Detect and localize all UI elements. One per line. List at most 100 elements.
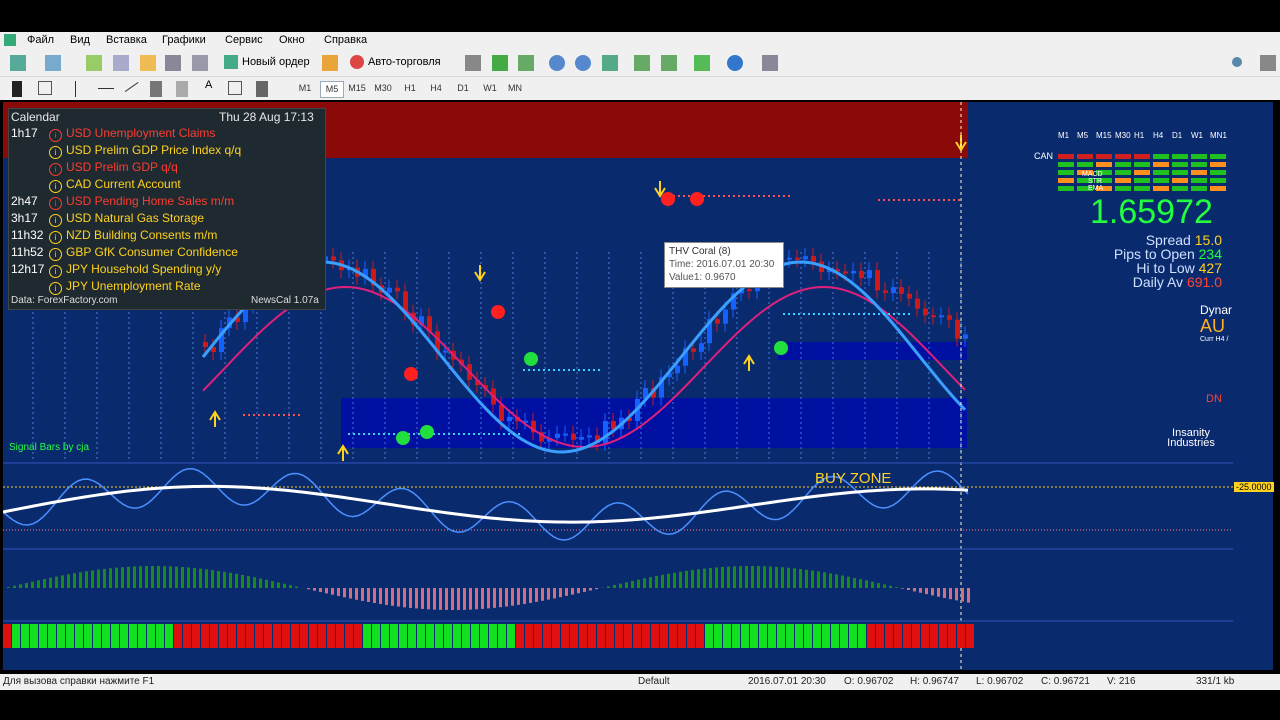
chart-shift-icon[interactable] bbox=[634, 55, 650, 71]
histogram-bar bbox=[877, 583, 880, 588]
new-chart-icon[interactable] bbox=[10, 55, 26, 71]
histogram-bar bbox=[541, 588, 544, 601]
text-icon[interactable]: A bbox=[205, 79, 221, 95]
signal-cell bbox=[1058, 178, 1074, 183]
signal-bar bbox=[858, 624, 866, 648]
signal-cell bbox=[1134, 154, 1150, 159]
event-time: 12h17 bbox=[11, 261, 49, 278]
signal-bar bbox=[372, 624, 380, 648]
menu-view[interactable]: Вид bbox=[70, 34, 90, 46]
tf-mn[interactable]: MN bbox=[504, 81, 526, 96]
candle-body bbox=[859, 271, 864, 278]
histogram-bar bbox=[721, 567, 724, 588]
channels-icon[interactable] bbox=[150, 81, 162, 97]
menu-file[interactable]: Файл bbox=[27, 34, 54, 46]
cursor-icon[interactable] bbox=[12, 81, 22, 97]
zoom-out-icon[interactable] bbox=[575, 55, 591, 71]
profiles-icon[interactable] bbox=[45, 55, 61, 71]
histogram-bar bbox=[163, 566, 166, 588]
terminal-icon[interactable] bbox=[165, 55, 181, 71]
arrows-icon[interactable] bbox=[256, 81, 268, 97]
tooltip-value: Value1: 0.9670 bbox=[669, 271, 779, 284]
trendline-icon[interactable] bbox=[121, 77, 138, 92]
tester-icon[interactable] bbox=[192, 55, 208, 71]
fibo-icon[interactable] bbox=[176, 81, 188, 97]
menu-help[interactable]: Справка bbox=[324, 34, 367, 46]
tf-d1[interactable]: D1 bbox=[452, 81, 474, 96]
signal-bar bbox=[489, 624, 497, 648]
signal-cell bbox=[1058, 162, 1074, 167]
line-chart-icon[interactable] bbox=[518, 55, 534, 71]
new-order-button[interactable]: Новый ордер bbox=[222, 54, 310, 71]
tf-m1[interactable]: M1 bbox=[294, 81, 316, 96]
signal-bar bbox=[201, 624, 209, 648]
candle-body bbox=[875, 270, 880, 290]
tf-h4[interactable]: H4 bbox=[425, 81, 447, 96]
periods-icon[interactable] bbox=[727, 55, 743, 71]
menu-window[interactable]: Окно bbox=[279, 34, 305, 46]
signal-cell bbox=[1115, 170, 1131, 175]
event-name: USD Prelim GDP q/q bbox=[66, 160, 178, 174]
metaeditor-icon[interactable] bbox=[322, 55, 338, 71]
tf-m30[interactable]: M30 bbox=[372, 81, 394, 96]
candle-body bbox=[747, 289, 752, 291]
chat-icon[interactable] bbox=[1260, 55, 1276, 71]
signal-bar bbox=[849, 624, 857, 648]
histogram-bar bbox=[469, 588, 472, 610]
signal-bar bbox=[561, 624, 569, 648]
market-watch-icon[interactable] bbox=[86, 55, 102, 71]
tf-m15[interactable]: M15 bbox=[346, 81, 368, 96]
signal-cell bbox=[1153, 178, 1169, 183]
navigator-icon[interactable] bbox=[113, 55, 129, 71]
search-icon[interactable] bbox=[1232, 57, 1242, 67]
autoscroll-icon[interactable] bbox=[661, 55, 677, 71]
bar-chart-icon[interactable] bbox=[465, 55, 481, 71]
histogram-bar bbox=[457, 588, 460, 610]
can-label: CAN bbox=[1034, 151, 1053, 161]
daily-row: Daily Av 691.0 bbox=[1102, 274, 1222, 290]
zoom-in-icon[interactable] bbox=[549, 55, 565, 71]
candle-chart-icon[interactable] bbox=[492, 55, 508, 71]
histogram-bar bbox=[127, 567, 130, 588]
tf-w1[interactable]: W1 bbox=[479, 81, 501, 96]
support-zone bbox=[778, 342, 967, 360]
favorites-icon[interactable] bbox=[140, 55, 156, 71]
histogram-bar bbox=[631, 581, 634, 588]
signal-bar bbox=[273, 624, 281, 648]
calendar-row: 1h17 i USD Unemployment Claims bbox=[11, 125, 215, 142]
auto-trading-button[interactable]: Авто-торговля bbox=[348, 54, 441, 71]
text-label-icon[interactable] bbox=[228, 81, 242, 95]
signal-bar bbox=[921, 624, 929, 648]
menu-insert[interactable]: Вставка bbox=[106, 34, 147, 46]
histogram-bar bbox=[19, 584, 22, 588]
support-zone bbox=[341, 398, 967, 448]
signal-cell bbox=[1077, 154, 1093, 159]
indicators-icon[interactable] bbox=[694, 55, 710, 71]
crosshair-icon[interactable] bbox=[38, 81, 52, 95]
status-high: H: 0.96747 bbox=[910, 676, 959, 687]
tf-h1[interactable]: H1 bbox=[399, 81, 421, 96]
signal-dot bbox=[661, 192, 675, 206]
status-close: C: 0.96721 bbox=[1041, 676, 1090, 687]
osc-level-label: -25.0000 bbox=[1234, 482, 1274, 492]
tile-windows-icon[interactable] bbox=[602, 55, 618, 71]
histogram-bar bbox=[79, 572, 82, 588]
signal-bar bbox=[471, 624, 479, 648]
histogram-bar bbox=[907, 588, 910, 590]
candle-body bbox=[443, 351, 448, 353]
signal-bar bbox=[552, 624, 560, 648]
vertical-line-icon[interactable] bbox=[75, 81, 77, 97]
candle-body bbox=[723, 310, 728, 324]
signal-bar bbox=[408, 624, 416, 648]
signal-bar bbox=[543, 624, 551, 648]
tf-m5[interactable]: M5 bbox=[320, 81, 344, 98]
app-icon[interactable] bbox=[4, 34, 16, 46]
menu-charts[interactable]: Графики bbox=[162, 34, 206, 46]
histogram-bar bbox=[619, 584, 622, 588]
menu-tools[interactable]: Сервис bbox=[225, 34, 263, 46]
signal-bar bbox=[525, 624, 533, 648]
templates-icon[interactable] bbox=[762, 55, 778, 71]
signal-bar bbox=[84, 624, 92, 648]
horizontal-line-icon[interactable] bbox=[98, 88, 114, 90]
signal-cell bbox=[1210, 170, 1226, 175]
